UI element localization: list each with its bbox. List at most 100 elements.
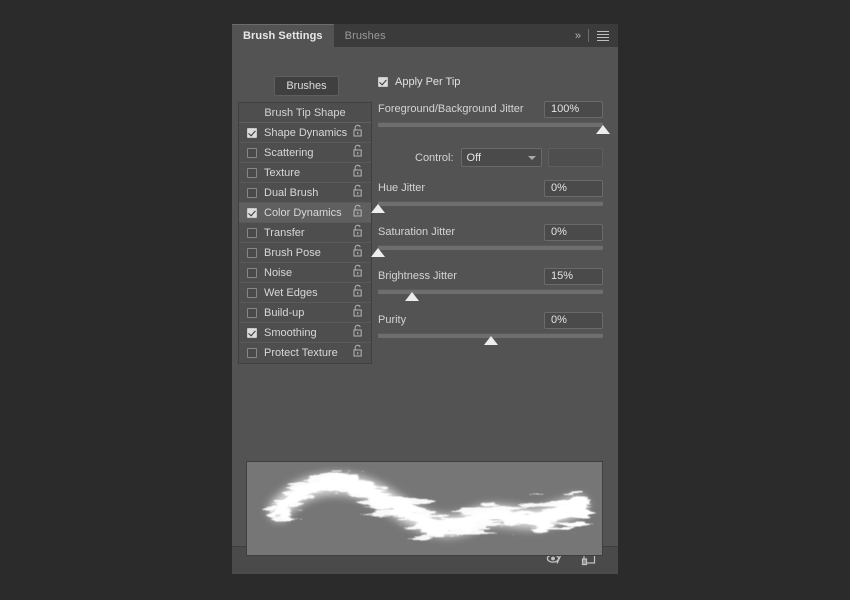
apply-per-tip-label: Apply Per Tip — [395, 76, 461, 88]
fg-bg-jitter-knob[interactable] — [596, 125, 610, 134]
list-item[interactable]: Transfer — [239, 223, 371, 243]
list-item[interactable]: Noise — [239, 263, 371, 283]
control-dropdown-row: Control: Off — [378, 148, 603, 167]
control-select[interactable]: Off — [460, 148, 543, 167]
list-item-checkbox[interactable] — [247, 287, 257, 298]
brush-options-list: Brush Tip Shape Shape Dynamics Scattering… — [238, 102, 372, 364]
list-item-checkbox[interactable] — [247, 327, 257, 338]
hue-jitter-block: Hue Jitter 0% — [371, 179, 603, 217]
tab-brushes[interactable]: Brushes — [334, 24, 397, 47]
list-item[interactable]: Smoothing — [239, 323, 371, 343]
lock-open-icon[interactable] — [352, 304, 364, 322]
brush-tip-shape-header[interactable]: Brush Tip Shape — [239, 103, 371, 123]
brush-tip-shape-label: Brush Tip Shape — [264, 106, 346, 119]
brightness-jitter-block: Brightness Jitter 15% — [378, 267, 603, 305]
brushes-button[interactable]: Brushes — [274, 76, 339, 96]
list-item-checkbox[interactable] — [247, 348, 257, 358]
hue-jitter-slider[interactable] — [371, 200, 603, 217]
control-label: Control: — [415, 151, 454, 164]
list-item[interactable]: Wet Edges — [239, 283, 371, 303]
list-item-checkbox[interactable] — [247, 307, 257, 318]
lock-open-icon[interactable] — [352, 224, 364, 242]
lock-open-icon[interactable] — [352, 264, 364, 282]
fg-bg-jitter-label: Foreground/Background Jitter — [378, 103, 524, 115]
list-item-label: Scattering — [264, 146, 314, 159]
list-item[interactable]: Color Dynamics — [239, 203, 371, 223]
brightness-jitter-header: Brightness Jitter 15% — [378, 267, 603, 285]
fg-bg-jitter-value[interactable]: 100% — [544, 100, 603, 118]
apply-per-tip-checkbox[interactable] — [378, 77, 388, 87]
chevron-down-icon — [528, 155, 537, 160]
lock-open-icon[interactable] — [352, 144, 364, 162]
list-item-checkbox[interactable] — [247, 187, 257, 198]
fg-bg-jitter-block: Foreground/Background Jitter 100% — [378, 100, 610, 138]
hamburger-menu-icon[interactable] — [597, 30, 609, 41]
list-item-label: Color Dynamics — [264, 206, 342, 219]
list-item-checkbox[interactable] — [247, 127, 257, 138]
list-item[interactable]: Dual Brush — [239, 183, 371, 203]
lock-open-icon[interactable] — [352, 164, 364, 182]
tab-brushes-label: Brushes — [344, 29, 386, 42]
lock-open-icon[interactable] — [352, 324, 364, 342]
lock-open-icon[interactable] — [352, 344, 364, 362]
list-item-checkbox[interactable] — [247, 207, 257, 218]
brightness-jitter-slider[interactable] — [378, 288, 603, 305]
lock-open-icon[interactable] — [352, 244, 364, 262]
saturation-jitter-knob[interactable] — [371, 248, 385, 257]
brush-settings-panel: Brush Settings Brushes » Brushes Brush T… — [232, 24, 618, 574]
brush-stroke-graphic — [268, 473, 590, 537]
saturation-jitter-value[interactable]: 0% — [544, 223, 603, 241]
list-item-checkbox[interactable] — [247, 147, 257, 158]
list-item-checkbox[interactable] — [247, 267, 257, 278]
list-item-checkbox[interactable] — [247, 167, 257, 178]
brushes-button-label: Brushes — [286, 80, 327, 92]
list-item-label: Transfer — [264, 226, 305, 239]
list-item[interactable]: Scattering — [239, 143, 371, 163]
list-item-checkbox[interactable] — [247, 227, 257, 238]
purity-block: Purity 0% — [378, 311, 603, 349]
control-select-value: Off — [466, 151, 482, 164]
purity-knob[interactable] — [483, 336, 498, 345]
list-item-label: Noise — [264, 266, 293, 279]
saturation-jitter-track — [378, 245, 603, 250]
brightness-jitter-knob[interactable] — [404, 292, 419, 301]
hue-jitter-label: Hue Jitter — [378, 182, 426, 194]
apply-per-tip-row[interactable]: Apply Per Tip — [378, 75, 603, 89]
list-item-checkbox[interactable] — [247, 247, 257, 258]
lock-open-icon[interactable] — [352, 124, 364, 142]
lock-open-icon[interactable] — [352, 284, 364, 302]
list-item[interactable]: Shape Dynamics — [239, 123, 371, 143]
fg-bg-jitter-track — [378, 122, 603, 127]
lock-open-icon[interactable] — [352, 204, 364, 222]
saturation-jitter-slider[interactable] — [371, 244, 603, 261]
saturation-jitter-block: Saturation Jitter 0% — [371, 223, 603, 261]
fg-bg-jitter-header: Foreground/Background Jitter 100% — [378, 100, 603, 118]
header-divider — [588, 29, 589, 42]
brightness-jitter-value[interactable]: 15% — [544, 267, 603, 285]
saturation-jitter-label: Saturation Jitter — [378, 226, 456, 238]
control-extra-field[interactable] — [548, 148, 603, 167]
list-item[interactable]: Texture — [239, 163, 371, 183]
double-chevron-right-icon[interactable]: » — [575, 30, 581, 42]
purity-slider[interactable] — [378, 332, 603, 349]
hue-jitter-header: Hue Jitter 0% — [378, 179, 603, 197]
purity-label: Purity — [378, 314, 407, 326]
tab-brush-settings[interactable]: Brush Settings — [232, 24, 334, 47]
hue-jitter-knob[interactable] — [371, 204, 385, 213]
brush-stroke-preview — [246, 461, 603, 556]
list-item-label: Texture — [264, 166, 301, 179]
lock-open-icon[interactable] — [352, 184, 364, 202]
purity-value[interactable]: 0% — [544, 311, 603, 329]
list-item-label: Build-up — [264, 306, 305, 319]
list-item-label: Brush Pose — [264, 246, 321, 259]
list-item-label: Dual Brush — [264, 186, 319, 199]
list-item-label: Wet Edges — [264, 286, 318, 299]
list-item[interactable]: Protect Texture — [239, 343, 371, 363]
hue-jitter-track — [378, 201, 603, 206]
list-item[interactable]: Brush Pose — [239, 243, 371, 263]
hue-jitter-value[interactable]: 0% — [544, 179, 603, 197]
panel-tab-bar: Brush Settings Brushes » — [232, 24, 618, 47]
fg-bg-jitter-slider[interactable] — [378, 121, 610, 138]
saturation-jitter-header: Saturation Jitter 0% — [378, 223, 603, 241]
list-item[interactable]: Build-up — [239, 303, 371, 323]
